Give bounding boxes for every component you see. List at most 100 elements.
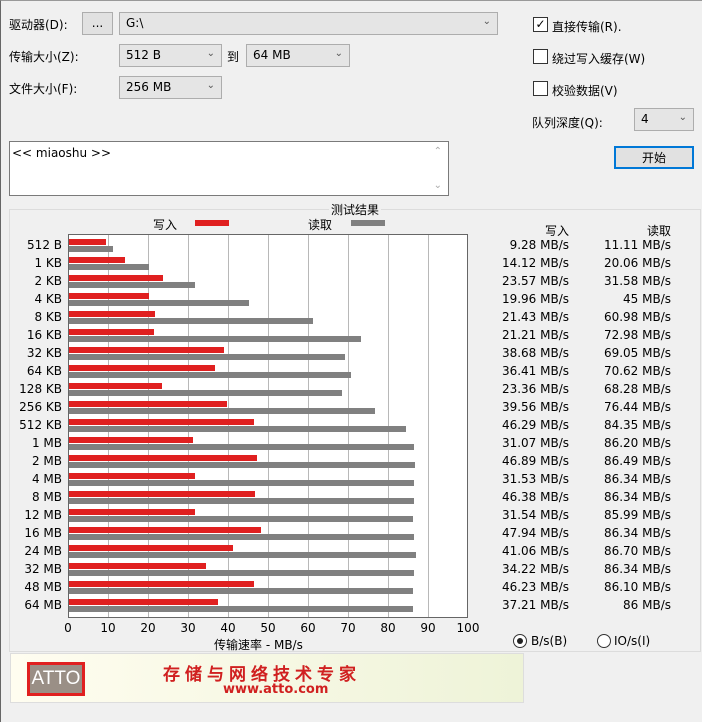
read-bar — [69, 372, 352, 378]
read-column-header: 读取 — [646, 224, 671, 238]
file-size-select[interactable]: 256 MB ⌄ — [119, 76, 222, 99]
direct-io-checkbox[interactable]: ✓ — [533, 17, 548, 32]
scroll-up-icon[interactable]: ⌃ — [434, 146, 442, 157]
x-tick-label: 90 — [420, 621, 436, 635]
chevron-down-icon: ⌄ — [678, 112, 687, 123]
write-value: 36.41 MB/s — [501, 364, 569, 378]
read-legend-swatch — [351, 220, 385, 226]
transfer-size-label: 传输大小(Z): — [9, 50, 79, 64]
x-tick-label: 100 — [456, 621, 480, 635]
read-bar — [69, 534, 415, 540]
read-bar — [69, 300, 249, 306]
chevron-down-icon: ⌄ — [482, 16, 491, 27]
x-tick-label: 10 — [100, 621, 116, 635]
write-value: 46.23 MB/s — [501, 580, 569, 594]
chevron-down-icon: ⌄ — [206, 48, 215, 59]
read-bar — [69, 480, 415, 486]
bypass-cache-checkbox[interactable] — [533, 49, 548, 64]
read-value: 72.98 MB/s — [603, 328, 671, 342]
x-tick-label: 20 — [140, 621, 156, 635]
chevron-down-icon: ⌄ — [206, 80, 215, 91]
drive-select[interactable]: G:\ ⌄ — [119, 12, 498, 35]
read-value: 85.99 MB/s — [603, 508, 671, 522]
category-label: 1 KB — [34, 256, 62, 270]
bytes-per-sec-radio[interactable] — [513, 634, 527, 648]
bypass-cache-label: 绕过写入缓存(W) — [552, 52, 646, 66]
read-value: 11.11 MB/s — [603, 238, 671, 252]
x-tick-label: 80 — [380, 621, 396, 635]
description-text: << miaoshu >> — [12, 146, 112, 160]
bytes-per-sec-label: B/s(B) — [531, 634, 568, 648]
transfer-from-value: 512 B — [126, 48, 161, 62]
category-label: 128 KB — [19, 382, 62, 396]
read-bar — [69, 246, 114, 252]
io-per-sec-radio[interactable] — [597, 634, 611, 648]
read-value: 86 MB/s — [623, 598, 671, 612]
drive-value: G:\ — [126, 16, 144, 30]
category-label: 12 MB — [24, 508, 62, 522]
write-value: 31.07 MB/s — [501, 436, 569, 450]
write-bar — [69, 257, 126, 263]
banner-url[interactable]: www.atto.com — [223, 682, 328, 697]
drive-label: 驱动器(D): — [9, 18, 68, 32]
category-label: 256 KB — [19, 400, 62, 414]
read-value: 68.28 MB/s — [603, 382, 671, 396]
description-textarea[interactable]: << miaoshu >> ⌃ ⌄ — [9, 141, 449, 196]
browse-button[interactable]: ... — [82, 12, 113, 35]
verify-data-label: 校验数据(V) — [552, 84, 618, 98]
write-bar — [69, 383, 163, 389]
scroll-down-icon[interactable]: ⌄ — [434, 180, 442, 191]
read-bar — [69, 498, 415, 504]
atto-logo: ATTO — [27, 662, 85, 696]
write-value: 9.28 MB/s — [509, 238, 569, 252]
write-bar — [69, 581, 254, 587]
write-legend-label: 写入 — [153, 218, 178, 232]
read-value: 86.70 MB/s — [603, 544, 671, 558]
write-value: 39.56 MB/s — [501, 400, 569, 414]
read-bar — [69, 588, 414, 594]
read-bar — [69, 570, 415, 576]
write-bar — [69, 239, 107, 245]
queue-depth-label: 队列深度(Q): — [532, 116, 603, 130]
write-legend-swatch — [195, 220, 229, 226]
read-legend-label: 读取 — [308, 218, 333, 232]
write-bar — [69, 599, 218, 605]
read-bar — [69, 462, 415, 468]
write-bar — [69, 311, 155, 317]
write-bar — [69, 401, 228, 407]
read-bar — [69, 552, 416, 558]
category-label: 512 B — [27, 238, 62, 252]
checkmark-icon: ✓ — [535, 17, 546, 31]
read-value: 86.34 MB/s — [603, 472, 671, 486]
category-label: 2 KB — [34, 274, 62, 288]
transfer-to-select[interactable]: 64 MB ⌄ — [246, 44, 350, 67]
write-bar — [69, 419, 255, 425]
read-bar — [69, 426, 407, 432]
chevron-down-icon: ⌄ — [334, 48, 343, 59]
file-size-value: 256 MB — [126, 80, 172, 94]
x-axis-label: 传输速率 - MB/s — [214, 638, 303, 652]
x-tick-label: 50 — [260, 621, 276, 635]
file-size-label: 文件大小(F): — [9, 82, 78, 96]
read-value: 70.62 MB/s — [603, 364, 671, 378]
read-value: 76.44 MB/s — [603, 400, 671, 414]
x-tick-label: 70 — [340, 621, 356, 635]
atto-banner[interactable]: ATTO 存储与网络技术专家 www.atto.com — [10, 653, 524, 703]
read-bar — [69, 318, 313, 324]
read-bar — [69, 390, 343, 396]
read-bar — [69, 444, 414, 450]
category-label: 1 MB — [31, 436, 62, 450]
transfer-to-value: 64 MB — [253, 48, 291, 62]
queue-depth-select[interactable]: 4 ⌄ — [634, 108, 694, 131]
read-bar — [69, 408, 375, 414]
write-value: 46.89 MB/s — [501, 454, 569, 468]
write-value: 38.68 MB/s — [501, 346, 569, 360]
direct-io-label: 直接传输(R). — [552, 20, 622, 34]
category-label: 8 MB — [31, 490, 62, 504]
io-per-sec-label: IO/s(I) — [614, 634, 651, 648]
to-label: 到 — [227, 50, 240, 64]
category-label: 16 KB — [26, 328, 62, 342]
start-button[interactable]: 开始 — [614, 146, 694, 169]
verify-data-checkbox[interactable] — [533, 81, 548, 96]
transfer-from-select[interactable]: 512 B ⌄ — [119, 44, 222, 67]
